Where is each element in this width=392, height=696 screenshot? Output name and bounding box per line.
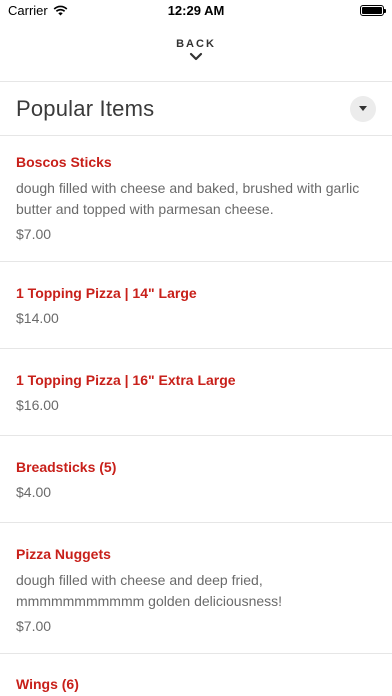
menu-item[interactable]: Boscos Sticks dough filled with cheese a… bbox=[0, 154, 392, 242]
divider bbox=[0, 348, 392, 349]
battery-icon bbox=[360, 4, 386, 16]
divider bbox=[0, 522, 392, 523]
menu-item[interactable]: Wings (6) bbox=[0, 676, 392, 692]
divider bbox=[0, 261, 392, 262]
item-price: $14.00 bbox=[16, 310, 59, 326]
menu-item[interactable]: 1 Topping Pizza | 16" Extra Large $16.00 bbox=[0, 372, 392, 413]
section-header: Popular Items bbox=[0, 82, 392, 136]
caret-down-icon bbox=[359, 106, 367, 111]
item-price: $4.00 bbox=[16, 484, 52, 500]
battery-fill bbox=[362, 6, 382, 14]
menu-item[interactable]: 1 Topping Pizza | 14" Large $14.00 bbox=[0, 285, 392, 326]
item-name: 1 Topping Pizza | 16" Extra Large bbox=[16, 372, 236, 388]
section-title: Popular Items bbox=[16, 96, 155, 121]
status-bar: Carrier 12:29 AM bbox=[0, 0, 392, 20]
back-label: BACK bbox=[176, 38, 216, 50]
section-dropdown-button[interactable] bbox=[350, 96, 376, 122]
item-price: $7.00 bbox=[16, 226, 52, 242]
item-description: dough filled with cheese and deep fried,… bbox=[16, 572, 283, 609]
status-right bbox=[360, 4, 386, 16]
item-name: Breadsticks (5) bbox=[16, 459, 117, 475]
chevron-down-icon bbox=[189, 52, 203, 61]
divider bbox=[0, 435, 392, 436]
divider bbox=[0, 653, 392, 654]
menu-item[interactable]: Pizza Nuggets dough filled with cheese a… bbox=[0, 546, 392, 634]
menu-item[interactable]: Breadsticks (5) $4.00 bbox=[0, 459, 392, 500]
item-name: Boscos Sticks bbox=[16, 154, 112, 170]
status-time: 12:29 AM bbox=[167, 2, 225, 18]
back-button[interactable]: BACK bbox=[0, 38, 392, 62]
item-name: 1 Topping Pizza | 14" Large bbox=[16, 285, 197, 301]
item-name: Pizza Nuggets bbox=[16, 546, 111, 562]
item-price: $16.00 bbox=[16, 397, 59, 413]
item-name: Wings (6) bbox=[16, 676, 79, 692]
item-price: $7.00 bbox=[16, 618, 52, 634]
divider bbox=[0, 135, 392, 136]
item-description: dough filled with cheese and baked, brus… bbox=[16, 180, 360, 217]
